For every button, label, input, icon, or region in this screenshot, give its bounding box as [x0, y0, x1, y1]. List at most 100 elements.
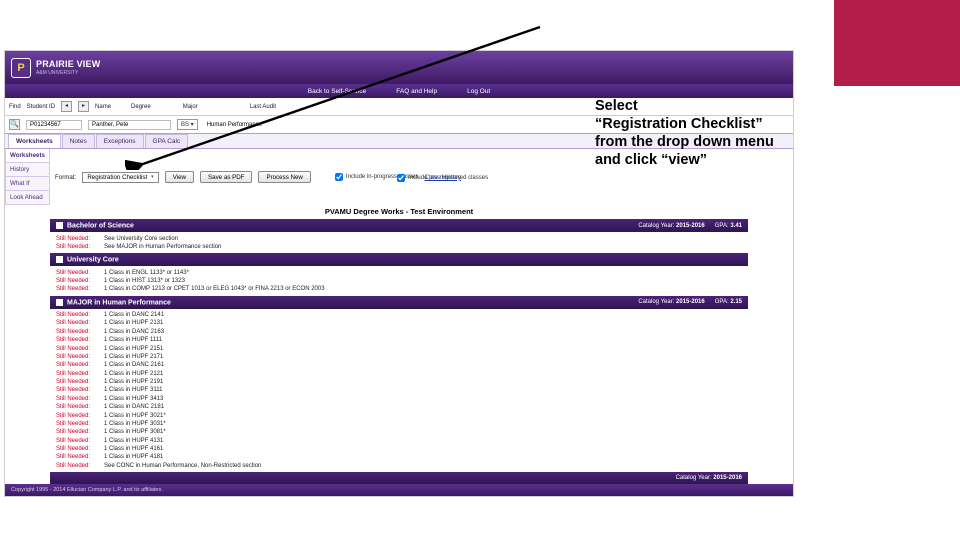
app-banner: P PRAIRIE VIEW A&M UNIVERSITY	[5, 51, 793, 84]
requirement-text: 1 Class in HUPF 3111	[104, 387, 162, 393]
still-needed-label: Still Needed:	[56, 379, 98, 385]
block-bs-header: Bachelor of Science Catalog Year: 2015-2…	[50, 219, 748, 232]
requirement-row: Still Needed:1 Class in DANC 2163	[50, 328, 748, 336]
requirement-row: Still Needed: 1 Class in HUPF 4131	[50, 437, 748, 445]
find-label: Find	[9, 104, 21, 110]
requirement-text: 1 Class in HUPF 2191	[104, 379, 163, 385]
requirement-row: Still Needed:See University Core section	[50, 234, 748, 242]
university-subname: A&M UNIVERSITY	[36, 70, 100, 76]
requirement-text: 1 Class in HUPF 4181	[104, 454, 163, 460]
copyright-text: Copyright 1995 - 2014 Ellucian Company L…	[11, 487, 163, 493]
requirement-text: 1 Class in HUPF 4161	[104, 446, 163, 452]
tab-worksheets[interactable]: Worksheets	[8, 134, 61, 148]
requirement-text: 1 Class in HUPF 3031*	[104, 421, 166, 427]
still-needed-label: Still Needed:	[56, 454, 98, 460]
still-needed-label: Still Needed:	[56, 286, 98, 292]
still-needed-label: Still Needed:	[56, 362, 98, 368]
requirement-text: 1 Class in HUPF 2121	[104, 371, 163, 377]
side-look-ahead[interactable]: Look Ahead	[5, 191, 50, 205]
requirement-text: See MAJOR in Human Performance section	[104, 244, 221, 250]
requirement-row: Still Needed:1 Class in HUPF 2151	[50, 344, 748, 352]
nav-back[interactable]: Back to Self-Service	[308, 88, 367, 95]
block-bs-list: Still Needed:See University Core section…	[50, 232, 748, 253]
tab-notes[interactable]: Notes	[62, 134, 95, 148]
requirement-text: 1 Class in HUPF 3021*	[104, 413, 166, 419]
side-tabs: Worksheets History What If Look Ahead	[5, 149, 50, 205]
process-new-button[interactable]: Process New	[258, 171, 310, 183]
requirement-row: Still Needed: 1 Class in HUPF 2121	[50, 370, 748, 378]
requirement-text: 1 Class in DANC 2161	[104, 362, 164, 368]
requirement-text: 1 Class in HUPF 1111	[104, 337, 162, 343]
tab-exceptions[interactable]: Exceptions	[96, 134, 144, 148]
next-student-icon[interactable]: ▸	[78, 101, 89, 112]
requirement-row: Still Needed: 1 Class in ENGL 1133* or 11…	[50, 268, 748, 276]
requirement-text: 1 Class in HUPF 3081*	[104, 429, 166, 435]
requirement-row: Still Needed: 1 Class in HUPF 2191	[50, 378, 748, 386]
preregistered-checkbox[interactable]: Include pre-registered classes	[397, 174, 488, 182]
view-button[interactable]: View	[165, 171, 194, 183]
still-needed-label: Still Needed:	[56, 312, 98, 318]
last-audit-label: Last Audit	[250, 104, 276, 110]
requirement-row: Still Needed: 1 Class in HIST 1313* or 13…	[50, 277, 748, 285]
still-needed-label: Still Needed:	[56, 396, 98, 402]
university-name: PRAIRIE VIEW	[36, 59, 100, 69]
side-whatif[interactable]: What If	[5, 177, 50, 191]
requirement-text: 1 Class in DANC 2163	[104, 329, 164, 335]
requirement-row: Still Needed:1 Class in HUPF 2131	[50, 319, 748, 327]
major-label: Major	[183, 104, 198, 110]
format-dropdown[interactable]: Registration Checklist	[82, 172, 158, 183]
still-needed-label: Still Needed:	[56, 278, 98, 284]
requirement-row: Still Needed: 1 Class in HUPF 4161	[50, 445, 748, 453]
tab-gpa-calc[interactable]: GPA Calc	[145, 134, 189, 148]
app-footer: Copyright 1995 - 2014 Ellucian Company L…	[5, 484, 793, 496]
student-name-field[interactable]: Panther, Pete	[88, 120, 171, 130]
block-uc-header: University Core	[50, 253, 748, 266]
still-needed-label: Still Needed:	[56, 413, 98, 419]
still-needed-label: Still Needed:	[56, 463, 98, 469]
still-needed-label: Still Needed:	[56, 337, 98, 343]
university-logo-icon: P	[11, 58, 31, 78]
requirement-row: Still Needed:1 Class in HUPF 3031*	[50, 420, 748, 428]
search-student-icon[interactable]: 🔍	[9, 119, 20, 130]
requirement-text: 1 Class in ENGL 1133* or 1143*	[104, 270, 189, 276]
still-needed-label: Still Needed:	[56, 429, 98, 435]
still-needed-label: Still Needed:	[56, 438, 98, 444]
nav-faq[interactable]: FAQ and Help	[396, 88, 437, 95]
save-pdf-button[interactable]: Save as PDF	[200, 171, 252, 183]
student-id-field[interactable]: P01234567	[26, 120, 82, 130]
still-needed-label: Still Needed:	[56, 346, 98, 352]
side-history[interactable]: History	[5, 163, 50, 177]
block-status-icon	[56, 222, 63, 229]
name-label: Name	[95, 104, 111, 110]
degree-label: Degree	[131, 104, 151, 110]
requirement-text: 1 Class in HUPF 4131	[104, 438, 163, 444]
prev-student-icon[interactable]: ◂	[61, 101, 72, 112]
still-needed-label: Still Needed:	[56, 354, 98, 360]
nav-logout[interactable]: Log Out	[467, 88, 490, 95]
requirement-text: 1 Class in COMP 1213 or CPET 1013 or ELE…	[104, 286, 325, 292]
top-nav: Back to Self-Service FAQ and Help Log Ou…	[5, 84, 793, 98]
block-major-list: Still Needed:1 Class in DANC 2141Still N…	[50, 309, 748, 472]
still-needed-label: Still Needed:	[56, 446, 98, 452]
degree-select[interactable]: BS ▾	[177, 119, 198, 130]
side-worksheets[interactable]: Worksheets	[5, 149, 50, 163]
requirement-text: 1 Class in DANC 2141	[104, 312, 164, 318]
instruction-callout: Select “Registration Checklist” from the…	[595, 97, 774, 170]
requirement-row: Still Needed: 1 Class in DANC 2161	[50, 361, 748, 369]
requirement-row: Still Needed:See CONC in Human Performan…	[50, 462, 748, 470]
still-needed-label: Still Needed:	[56, 270, 98, 276]
requirement-row: Still Needed:1 Class in HUPF 3413	[50, 395, 748, 403]
requirement-row: Still Needed: 1 Class in HUPF 3111	[50, 386, 748, 394]
still-needed-label: Still Needed:	[56, 404, 98, 410]
slide-accent-box	[834, 0, 960, 86]
block-status-icon	[56, 256, 63, 263]
block-conc-header: Catalog Year: 2015-2016	[50, 472, 748, 484]
requirement-row: Still Needed: 1 Class in DANC 2141	[50, 311, 748, 319]
format-label: Format:	[55, 174, 76, 181]
requirement-row: Still Needed: 1 Class in HUPF 4181	[50, 453, 748, 461]
still-needed-label: Still Needed:	[56, 387, 98, 393]
requirement-row: Still Needed:1 Class in DANC 2181	[50, 403, 748, 411]
still-needed-label: Still Needed:	[56, 371, 98, 377]
requirement-text: 1 Class in HIST 1313* or 1323	[104, 278, 185, 284]
block-uc-list: Still Needed: 1 Class in ENGL 1133* or 11…	[50, 266, 748, 295]
